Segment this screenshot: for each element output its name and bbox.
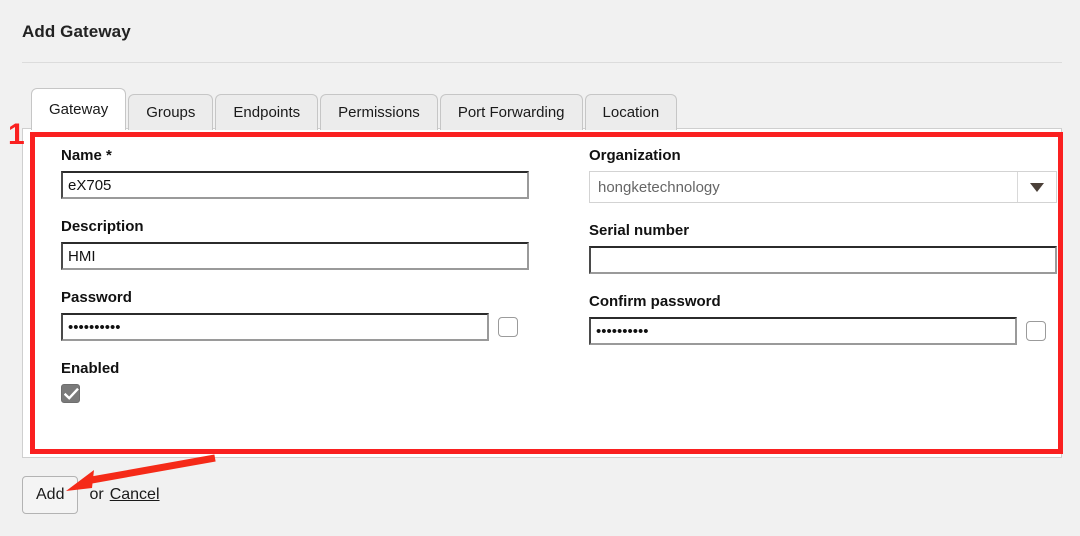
tab-location-label: Location — [602, 104, 660, 121]
add-gateway-page: Add Gateway Gateway Groups Endpoints Per… — [0, 0, 1080, 536]
name-label: Name * — [61, 147, 112, 164]
field-organization: Organization hongketechnology — [589, 147, 1057, 203]
name-input[interactable] — [61, 171, 529, 199]
password-reveal-checkbox[interactable] — [498, 317, 518, 337]
field-name: Name * — [61, 147, 529, 199]
form-actions: Add or Cancel — [22, 476, 160, 514]
confirm-password-label: Confirm password — [589, 293, 721, 310]
serial-number-input[interactable] — [589, 246, 1057, 274]
confirm-password-input[interactable] — [589, 317, 1017, 345]
enabled-label: Enabled — [61, 360, 120, 377]
field-serial-number: Serial number — [589, 222, 1057, 274]
or-label: or — [89, 486, 104, 503]
organization-selected-value: hongketechnology — [598, 178, 720, 196]
add-button[interactable]: Add — [22, 476, 79, 514]
password-label: Password — [61, 289, 132, 306]
tab-gateway[interactable]: Gateway — [31, 88, 127, 130]
page-title: Add Gateway — [22, 22, 131, 41]
organization-select[interactable]: hongketechnology — [589, 171, 1057, 203]
tab-endpoints[interactable]: Endpoints — [215, 94, 319, 130]
checkmark-icon — [64, 388, 79, 400]
confirm-password-reveal-checkbox[interactable] — [1026, 321, 1046, 341]
field-confirm-password: Confirm password — [589, 293, 1057, 345]
confirm-password-row — [589, 317, 1057, 345]
gateway-form-panel: Name * Description Password Enabled — [22, 128, 1062, 458]
tab-bar: Gateway Groups Endpoints Permissions Por… — [31, 88, 679, 130]
tab-location[interactable]: Location — [584, 94, 678, 130]
field-password: Password — [61, 289, 529, 341]
field-enabled: Enabled — [61, 360, 529, 403]
description-input[interactable] — [61, 242, 529, 270]
field-description: Description — [61, 218, 529, 270]
tab-port-forwarding-label: Port Forwarding — [457, 104, 565, 121]
form-grid: Name * Description Password Enabled — [23, 129, 1061, 457]
tab-groups-label: Groups — [146, 104, 196, 121]
tab-permissions-label: Permissions — [338, 104, 420, 121]
cancel-link[interactable]: Cancel — [110, 486, 160, 504]
password-input[interactable] — [61, 313, 489, 341]
form-column-left: Name * Description Password Enabled — [61, 147, 529, 422]
tab-permissions[interactable]: Permissions — [320, 94, 438, 130]
form-column-right: Organization hongketechnology Serial num… — [589, 147, 1057, 364]
tab-gateway-label: Gateway — [49, 101, 109, 118]
password-row — [61, 313, 529, 341]
chevron-down-icon[interactable] — [1017, 172, 1056, 202]
title-divider — [22, 62, 1062, 63]
tab-endpoints-label: Endpoints — [233, 104, 301, 121]
annotation-step-number: 1 — [8, 118, 25, 151]
description-label: Description — [61, 218, 144, 235]
organization-label: Organization — [589, 147, 681, 164]
enabled-checkbox[interactable] — [61, 384, 80, 403]
tab-groups[interactable]: Groups — [128, 94, 214, 130]
tab-port-forwarding[interactable]: Port Forwarding — [439, 94, 583, 130]
serial-number-label: Serial number — [589, 222, 690, 239]
